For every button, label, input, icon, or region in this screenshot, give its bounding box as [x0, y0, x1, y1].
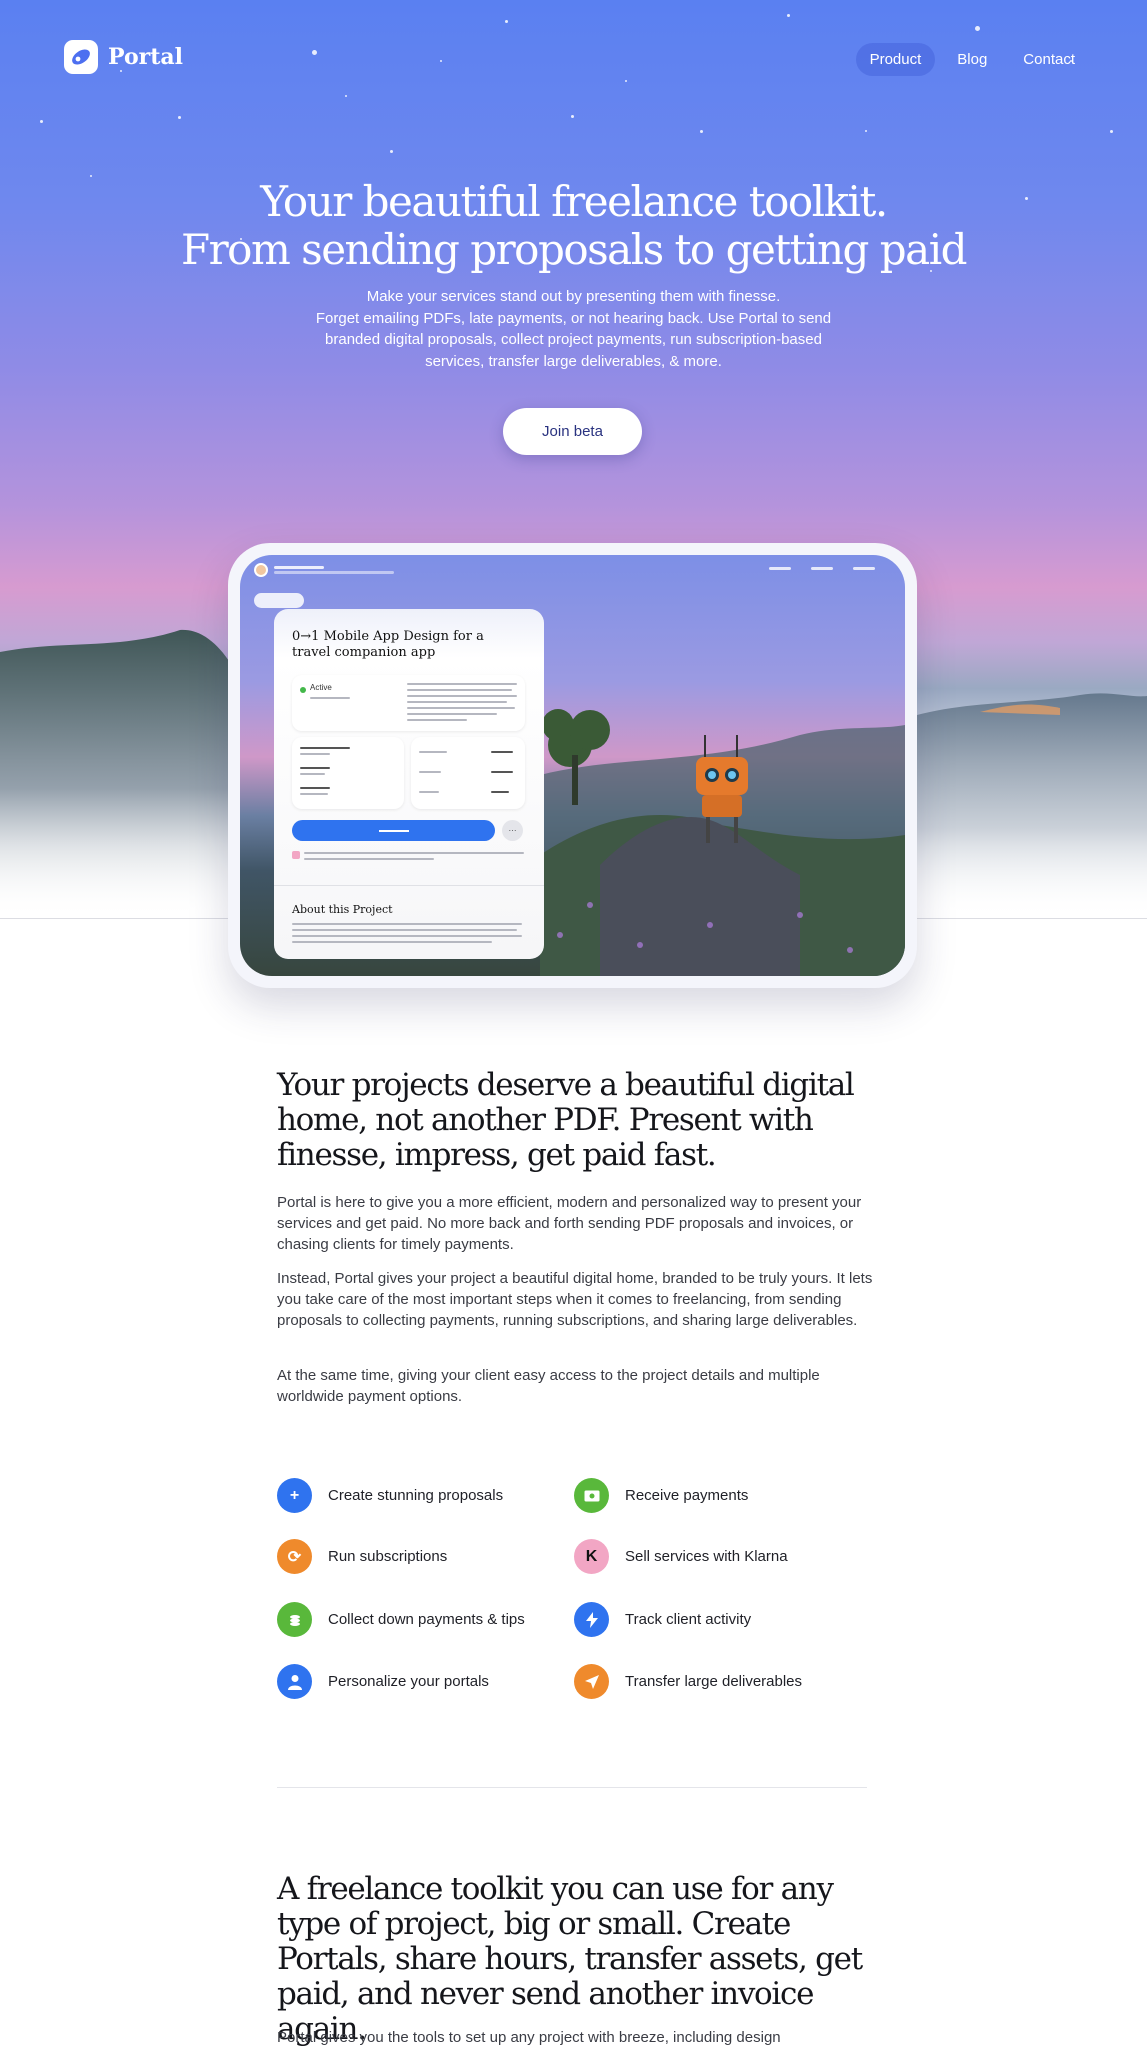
- feature-label: Transfer large deliverables: [625, 1673, 803, 1690]
- hero-subtitle-line-4: services, transfer large deliverables, &…: [425, 353, 722, 370]
- nav-link-product[interactable]: Product: [855, 43, 936, 76]
- feature-label: Sell services with Klarna: [625, 1548, 788, 1565]
- feature-label: Track client activity: [625, 1611, 752, 1628]
- preview-pay-button: [292, 820, 495, 841]
- logo[interactable]: Portal: [64, 40, 183, 74]
- plus-icon: +: [277, 1478, 312, 1513]
- feature-item: K Sell services with Klarna: [574, 1539, 788, 1574]
- hero-subtitle-line-2: Forget emailing PDFs, late payments, or …: [315, 310, 832, 327]
- preview-card-title: 0→1 Mobile App Design for a travel compa…: [292, 629, 484, 660]
- hero-title-line-2: From sending proposals to getting paid: [180, 225, 968, 274]
- feature-label: Run subscriptions: [328, 1548, 448, 1565]
- preview-screen: 0→1 Mobile App Design for a travel compa…: [240, 555, 905, 976]
- feature-item: + Create stunning proposals: [277, 1478, 503, 1513]
- section-2-paragraph-1: Portal gives you the tools to set up any…: [277, 2029, 781, 2046]
- preview-status-box: Active: [292, 675, 525, 731]
- preview-klarna-icon: [292, 851, 300, 859]
- section-1-paragraph-2: Instead, Portal gives your project a bea…: [277, 1270, 873, 1329]
- preview-project-card: 0→1 Mobile App Design for a travel compa…: [274, 609, 544, 959]
- main-nav: Product Blog Contact: [855, 43, 1089, 76]
- section-divider: [277, 1787, 867, 1788]
- status-dot: [300, 687, 306, 693]
- section-2-heading: A freelance toolkit you can use for any …: [277, 1871, 863, 2047]
- klarna-icon: K: [574, 1539, 609, 1574]
- robot-illustration: [690, 735, 754, 850]
- preview-header: [254, 563, 394, 577]
- feature-label: Personalize your portals: [328, 1673, 489, 1690]
- preview-about-title: About this Project: [292, 903, 393, 916]
- preview-amounts-box: [411, 737, 525, 809]
- section-1-paragraph-3: At the same time, giving your client eas…: [277, 1367, 820, 1405]
- feature-item: Personalize your portals: [277, 1664, 489, 1699]
- hero-subtitle-line-3: branded digital proposals, collect proje…: [325, 331, 822, 348]
- coins-icon: [277, 1602, 312, 1637]
- join-beta-button[interactable]: Join beta: [503, 408, 642, 455]
- cash-icon: [574, 1478, 609, 1513]
- nav-link-blog[interactable]: Blog: [943, 43, 1001, 76]
- feature-item: ⟳ Run subscriptions: [277, 1539, 447, 1574]
- portal-logo-icon: [64, 40, 98, 74]
- hero-title: Your beautiful freelance toolkit. From s…: [0, 178, 1147, 274]
- feature-label: Create stunning proposals: [328, 1487, 504, 1504]
- send-icon: [574, 1664, 609, 1699]
- product-preview-device: 0→1 Mobile App Design for a travel compa…: [228, 543, 917, 988]
- feature-item: Transfer large deliverables: [574, 1664, 802, 1699]
- section-1-heading: Your projects deserve a beautiful digita…: [277, 1067, 855, 1173]
- refresh-icon: ⟳: [277, 1539, 312, 1574]
- hero-subtitle-line-1: Make your services stand out by presenti…: [366, 288, 781, 305]
- preview-more-button: ···: [502, 820, 523, 841]
- feature-label: Receive payments: [625, 1487, 749, 1504]
- preview-avatar: [254, 563, 268, 577]
- hero-title-line-1: Your beautiful freelance toolkit.: [260, 177, 888, 226]
- logo-text: Portal: [108, 44, 183, 70]
- person-icon: [277, 1664, 312, 1699]
- section-1-paragraph-1: Portal is here to give you a more effici…: [277, 1194, 862, 1253]
- preview-all-projects-chip: [254, 593, 304, 608]
- nav-link-contact[interactable]: Contact: [1009, 43, 1089, 76]
- preview-dates-box: [292, 737, 404, 809]
- bolt-icon: [574, 1602, 609, 1637]
- feature-label: Collect down payments & tips: [328, 1611, 525, 1628]
- preview-status-text: Active: [310, 683, 332, 692]
- preview-nav: [769, 567, 875, 570]
- feature-item: Collect down payments & tips: [277, 1602, 525, 1637]
- feature-item: Receive payments: [574, 1478, 748, 1513]
- feature-item: Track client activity: [574, 1602, 751, 1637]
